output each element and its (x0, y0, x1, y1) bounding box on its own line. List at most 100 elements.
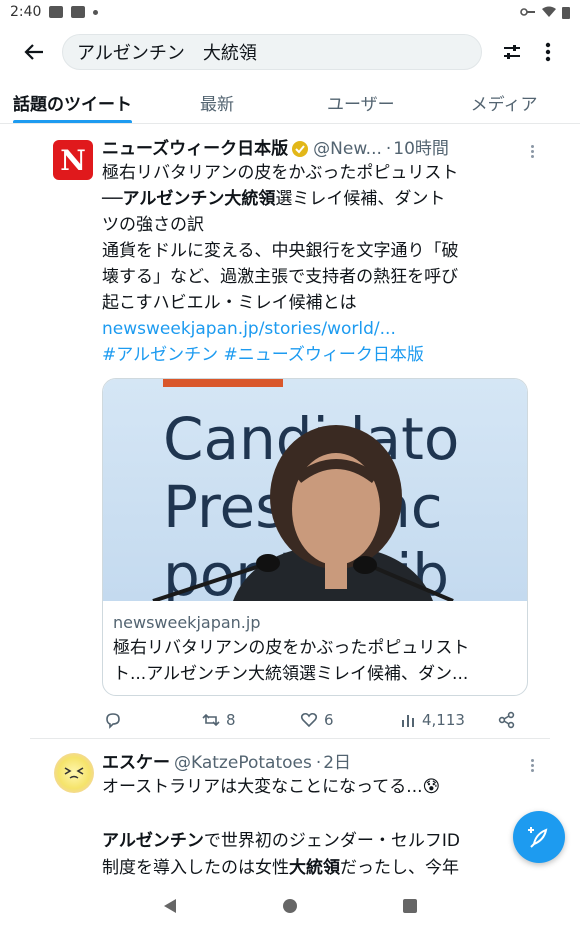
dot-icon (93, 9, 99, 15)
author-handle: @KatzePotatoes (174, 753, 312, 773)
view-count: 4,113 (422, 711, 465, 729)
card-title-line: 極右リバタリアンの皮をかぶったポピュリスト (113, 638, 470, 658)
search-filter-button[interactable] (494, 34, 530, 70)
extension-icon (71, 6, 86, 18)
tweet-text-blank-line (102, 801, 532, 828)
sliders-icon (504, 45, 520, 59)
author-name[interactable]: エスケー (102, 752, 170, 774)
tweet-text-line: ツの強さの訳 (102, 215, 204, 235)
search-input[interactable] (77, 41, 467, 63)
tweet-text-line: 通貨をドルに変える、中央銀行を文字通り「破 (102, 241, 459, 261)
system-nav-bar (0, 884, 580, 928)
tab-media[interactable]: メディア (470, 80, 538, 123)
search-tabs: 話題のツイート 最新 ユーザー メディア (0, 80, 580, 124)
avatar[interactable]: N (53, 140, 93, 180)
search-field[interactable] (62, 34, 482, 70)
tab-label: 最新 (200, 94, 234, 115)
card-meta: newsweekjapan.jp 極右リバタリアンの皮をかぶったポピュリスト ト… (103, 601, 527, 695)
card-photo: Candidato Presidenc por La Lib (152, 379, 459, 601)
tweet-text: 極右リバタリアンの皮をかぶったポピュリスト ──アルゼンチン大統領選ミレイ候補、… (102, 160, 532, 368)
card-title-line: ト...アルゼンチン大統領選ミレイ候補、ダン... (113, 664, 469, 684)
retweet-button[interactable]: 8 (202, 711, 236, 729)
tweet-text-line: 制度を導入したのは女性大統領だったし、今年 (102, 855, 532, 882)
text-fragment: 制度を導入したのは女性 (102, 858, 289, 878)
feather-plus-icon (528, 827, 548, 848)
nav-recents-button[interactable] (398, 894, 422, 918)
arrow-left-icon (24, 44, 43, 60)
tweet-text-line: 壊する」など、過激主張で支持者の熱狂を呼び (102, 267, 459, 287)
author-handle: @New... (313, 139, 382, 159)
overflow-menu-button[interactable] (530, 34, 566, 70)
tweet-body: ニューズウィーク日本版 @New... · 10時間 極右リバタリアンの皮をかぶ… (102, 138, 532, 368)
author-name[interactable]: ニューズウィーク日本版 (102, 138, 288, 160)
share-button[interactable] (498, 711, 516, 729)
retweet-count: 8 (226, 711, 236, 729)
tab-people[interactable]: ユーザー (327, 80, 395, 123)
separator-dot: · (315, 753, 322, 773)
avatar[interactable] (54, 753, 94, 793)
hashtag-link[interactable]: #ニューズウィーク日本版 (223, 345, 423, 365)
nav-home-button[interactable] (278, 894, 302, 918)
bar-chart-icon (402, 715, 414, 727)
tweet-text-line: アルゼンチンで世界初のジェンダー・セルフID (102, 828, 532, 855)
tab-top[interactable]: 話題のツイート (13, 80, 132, 123)
tweet-text-line: #アルゼンチン #ニューズウィーク日本版 (102, 342, 532, 368)
search-header (0, 30, 580, 74)
avatar-face-icon (64, 767, 84, 779)
text-fragment: で世界初のジェンダー・セルフID (203, 831, 460, 851)
highlighted-keyword: アルゼンチン (102, 831, 204, 851)
compose-tweet-button[interactable] (513, 811, 565, 863)
tweet-text: オーストラリアは大変なことになってる...😰 アルゼンチンで世界初のジェンダー・… (102, 774, 532, 882)
back-button[interactable] (14, 32, 54, 72)
tweet-header: エスケー @KatzePotatoes · 2日 (102, 752, 532, 774)
battery-icon (562, 6, 570, 19)
share-icon (498, 711, 515, 729)
tweet-text-line: オーストラリアは大変なことになってる...😰 (102, 777, 441, 797)
text-fragment: ── (102, 189, 123, 209)
triangle-back-icon (164, 899, 176, 913)
more-vertical-icon (545, 42, 551, 62)
tab-latest[interactable]: 最新 (200, 80, 234, 123)
tweet-text-line: 極右リバタリアンの皮をかぶったポピュリスト (102, 163, 459, 183)
tweet-time: 2日 (323, 753, 352, 773)
key-icon (520, 8, 535, 16)
link-preview-card[interactable]: Candidato Presidenc por La Lib newsweekj… (102, 378, 528, 696)
tweet-body: エスケー @KatzePotatoes · 2日 オーストラリアは大変なことにな… (102, 752, 532, 882)
tab-label: ユーザー (327, 94, 395, 115)
highlighted-keyword: アルゼンチン大統領 (122, 189, 276, 209)
heart-icon (300, 712, 318, 728)
like-count: 6 (324, 711, 334, 729)
tweet-time: 10時間 (393, 139, 449, 159)
retweet-icon (202, 713, 220, 727)
highlighted-keyword: 大統領 (289, 858, 340, 878)
avatar-letter: N (60, 143, 86, 177)
tweet-link[interactable]: newsweekjapan.jp/stories/world/... (102, 319, 396, 339)
tweet-actions: 8 6 4,113 (102, 708, 522, 732)
views-button[interactable]: 4,113 (400, 711, 465, 729)
tab-label: メディア (470, 94, 538, 115)
notification-icon (49, 6, 64, 18)
tweet-text-line: 起こすハビエル・ミレイ候補とは (102, 293, 357, 313)
text-fragment: 選ミレイ候補、ダント (275, 189, 446, 209)
card-domain: newsweekjapan.jp (113, 613, 261, 632)
tweet-divider (30, 738, 550, 739)
tweet-text-line: newsweekjapan.jp/stories/world/... (102, 316, 532, 342)
hashtag-link[interactable]: #アルゼンチン (102, 345, 218, 365)
card-title: 極右リバタリアンの皮をかぶったポピュリスト ト...アルゼンチン大統領選ミレイ候… (113, 635, 517, 687)
tweet-header: ニューズウィーク日本版 @New... · 10時間 (102, 138, 532, 160)
separator-dot: · (385, 139, 392, 159)
tweet-text-line: ──アルゼンチン大統領選ミレイ候補、ダント (102, 186, 532, 212)
status-time: 2:40 (10, 4, 42, 20)
text-fragment: だったし、今年 (340, 858, 459, 878)
nav-back-button[interactable] (158, 894, 182, 918)
wifi-icon (542, 6, 556, 17)
reply-icon (106, 713, 120, 729)
verified-badge-icon (291, 140, 309, 158)
tab-label: 話題のツイート (13, 94, 132, 115)
like-button[interactable]: 6 (300, 711, 334, 729)
card-image: Candidato Presidenc por La Lib (103, 379, 527, 601)
square-recents-icon (403, 899, 417, 913)
circle-home-icon (283, 899, 297, 913)
reply-button[interactable] (104, 711, 122, 729)
status-bar: 2:40 (0, 0, 580, 24)
